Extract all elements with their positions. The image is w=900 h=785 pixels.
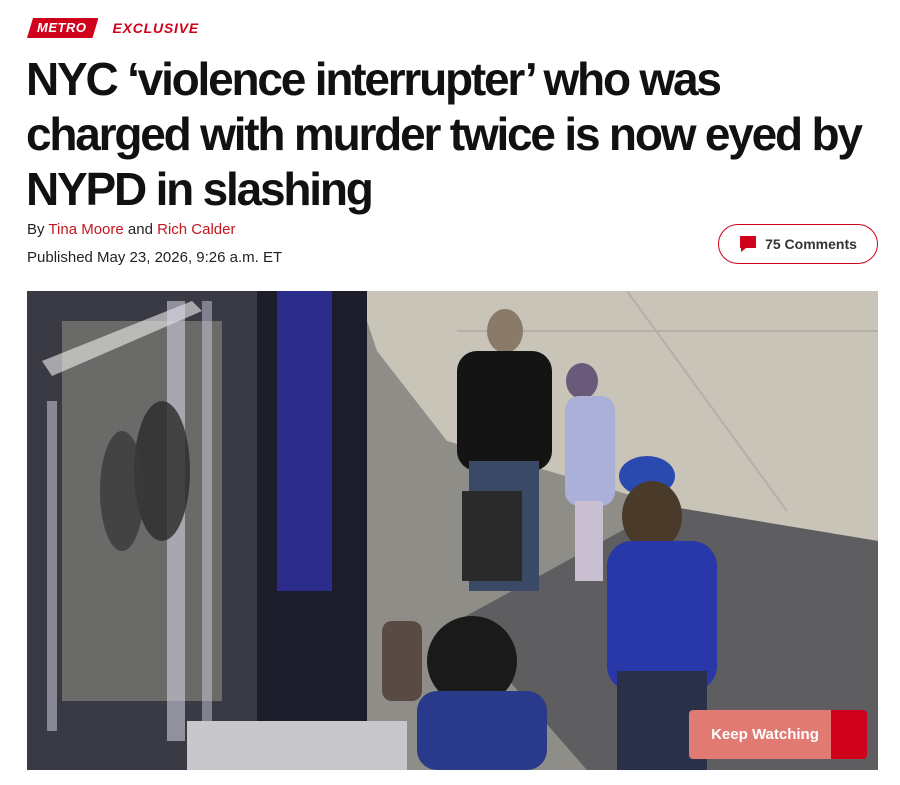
byline: By Tina Moore and Rich Calder xyxy=(27,221,235,238)
video-player[interactable]: Keep Watching xyxy=(27,291,878,770)
keep-watching-label: Keep Watching xyxy=(689,710,831,759)
video-frame-image xyxy=(27,291,878,770)
published-date: Published May 23, 2026, 9:26 a.m. ET xyxy=(27,249,283,266)
exclusive-label: EXCLUSIVE xyxy=(112,20,200,36)
article-kicker: METRO EXCLUSIVE xyxy=(27,18,199,38)
byline-joiner: and xyxy=(127,221,153,238)
comments-count-label: 75 Comments xyxy=(765,236,857,252)
section-tag-metro[interactable]: METRO xyxy=(27,18,98,38)
article-headline: NYC ‘violence interrupter’ who was charg… xyxy=(26,53,863,215)
comment-bubble-icon xyxy=(739,235,757,253)
keep-watching-accent xyxy=(831,710,867,759)
keep-watching-button[interactable]: Keep Watching xyxy=(689,710,867,759)
author-link-rich-calder[interactable]: Rich Calder xyxy=(157,221,235,238)
author-link-tina-moore[interactable]: Tina Moore xyxy=(48,221,123,238)
byline-prefix: By xyxy=(27,221,45,238)
comments-button[interactable]: 75 Comments xyxy=(718,224,878,264)
